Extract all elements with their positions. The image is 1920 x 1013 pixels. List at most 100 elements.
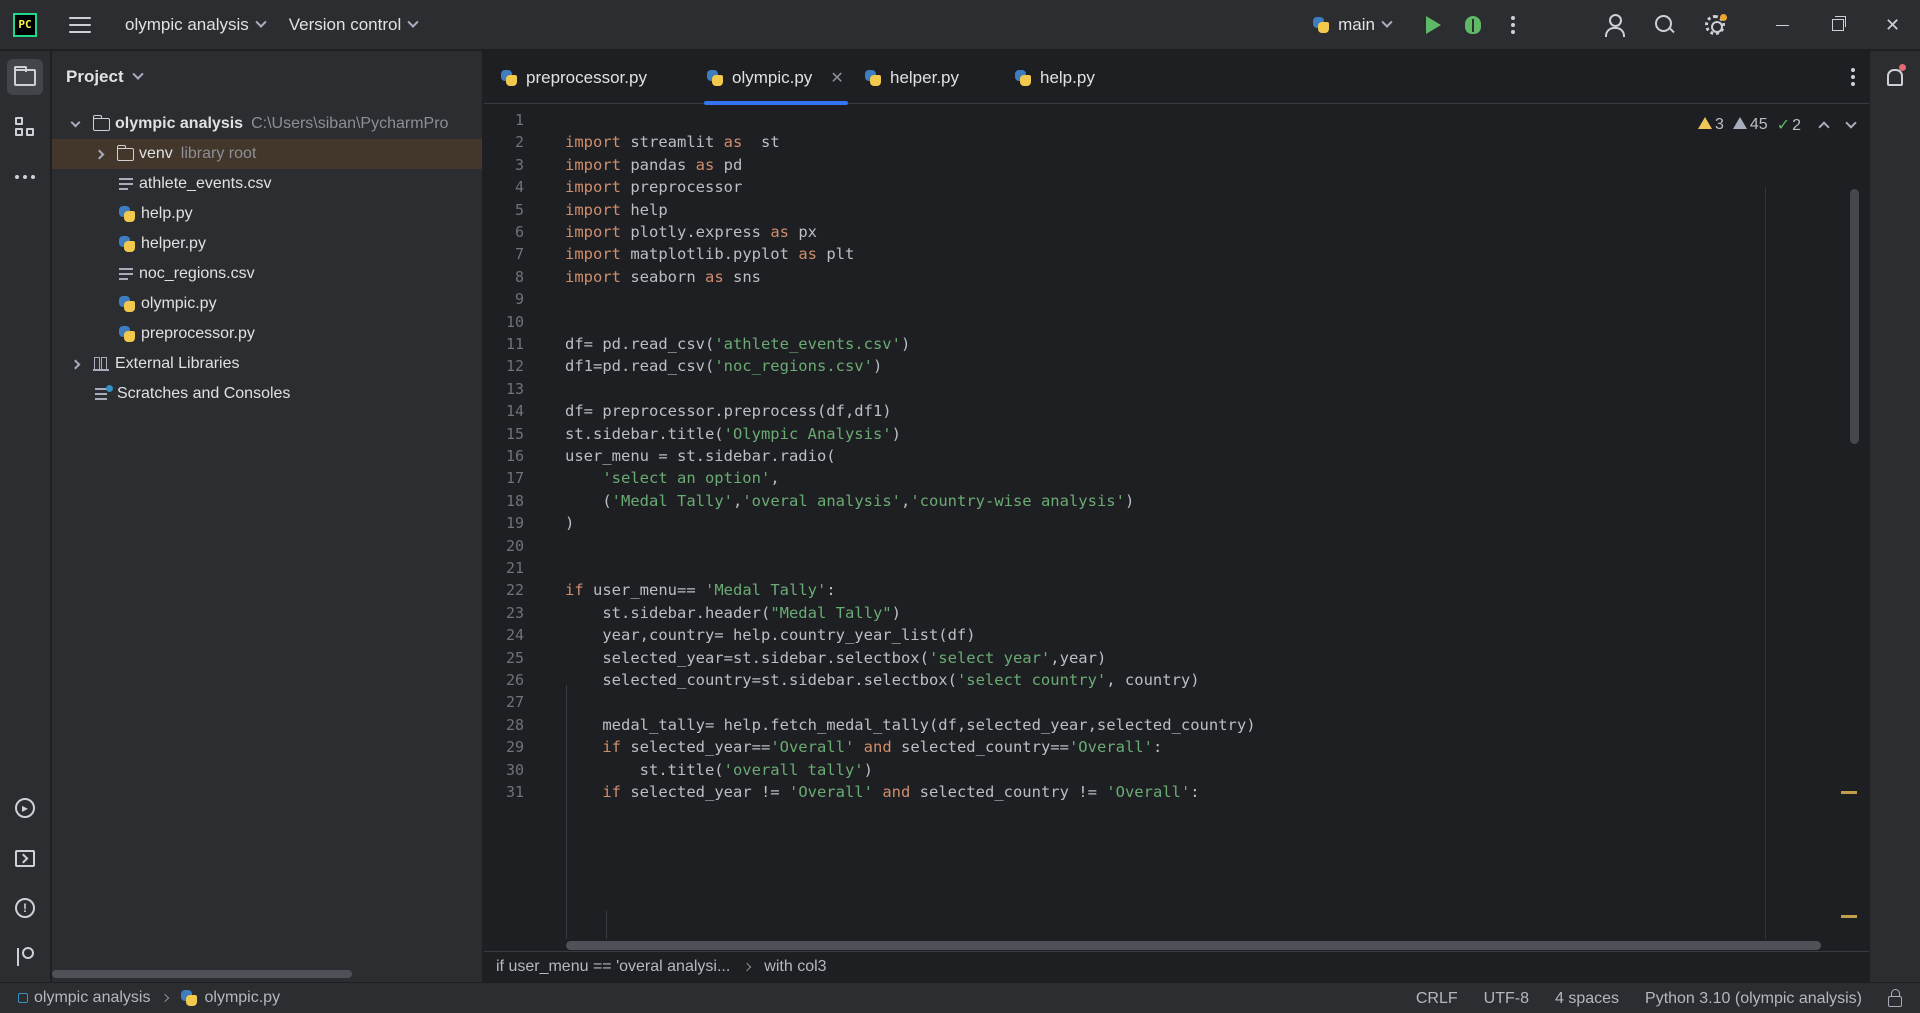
breadcrumb-item[interactable]: with col3 — [764, 958, 826, 976]
indent-widget[interactable]: 4 spaces — [1555, 990, 1619, 1008]
code-line[interactable]: user_menu = st.sidebar.radio( — [565, 447, 836, 465]
inspection-widget[interactable]: 3 45 ✓ 2 — [1697, 115, 1857, 135]
line-number[interactable]: 27 — [484, 693, 524, 711]
problems-tool-button[interactable]: ! — [7, 890, 43, 926]
code-line[interactable]: if selected_year != 'Overall' and select… — [565, 783, 1199, 801]
tree-item-venv[interactable]: venv library root — [52, 139, 482, 169]
line-number[interactable]: 11 — [484, 335, 524, 353]
notifications-button[interactable] — [1877, 59, 1913, 95]
line-number[interactable]: 31 — [484, 783, 524, 801]
run-button[interactable] — [1413, 5, 1453, 45]
editor-vertical-scrollbar[interactable] — [1850, 189, 1859, 444]
code-line[interactable]: medal_tally= help.fetch_medal_tally(df,s… — [565, 716, 1255, 734]
project-panel-header[interactable]: Project — [52, 51, 482, 103]
line-number[interactable]: 3 — [484, 156, 524, 174]
collapse-arrow-icon[interactable] — [94, 149, 105, 159]
line-number[interactable]: 20 — [484, 537, 524, 555]
tab-preprocessor-py[interactable]: preprocessor.py — [500, 51, 647, 104]
line-number[interactable]: 9 — [484, 290, 524, 308]
project-switcher[interactable]: olympic analysis — [115, 9, 275, 41]
tree-item-helper-py[interactable]: helper.py — [52, 229, 482, 259]
code-line[interactable]: df= pd.read_csv('athlete_events.csv') — [565, 335, 910, 353]
code-line[interactable]: ) — [565, 514, 574, 532]
line-number[interactable]: 23 — [484, 604, 524, 622]
code-editor[interactable]: 3 45 ✓ 2 1 2 import streamlit as st 3 import … — [484, 105, 1869, 939]
tree-item-help-py[interactable]: help.py — [52, 199, 482, 229]
code-line[interactable]: import pandas as pd — [565, 156, 742, 174]
code-line[interactable]: df= preprocessor.preprocess(df,df1) — [565, 402, 892, 420]
warning-stripe-mark[interactable] — [1841, 791, 1857, 794]
next-highlight-icon[interactable] — [1845, 117, 1857, 129]
more-tools-button[interactable] — [7, 159, 43, 195]
warnings-count[interactable]: 3 — [1697, 116, 1724, 134]
services-tool-button[interactable]: ▸ — [7, 790, 43, 826]
typo-count[interactable]: ✓ 2 — [1777, 115, 1801, 135]
tab-olympic-py[interactable]: olympic.py ✕ — [704, 51, 848, 105]
debug-button[interactable] — [1453, 5, 1493, 45]
previous-highlight-icon[interactable] — [1818, 121, 1830, 133]
main-menu-icon[interactable] — [69, 16, 91, 33]
code-line[interactable]: if selected_year=='Overall' and selected… — [565, 738, 1162, 756]
line-number[interactable]: 2 — [484, 133, 524, 151]
line-number[interactable]: 12 — [484, 357, 524, 375]
terminal-tool-button[interactable] — [7, 840, 43, 876]
project-horizontal-scrollbar[interactable] — [52, 970, 352, 978]
code-line[interactable]: import preprocessor — [565, 178, 742, 196]
line-number[interactable]: 8 — [484, 268, 524, 286]
code-line[interactable]: year,country= help.country_year_list(df) — [565, 626, 975, 644]
line-number[interactable]: 19 — [484, 514, 524, 532]
code-line[interactable]: import help — [565, 201, 668, 219]
code-line[interactable]: if user_menu== 'Medal Tally': — [565, 581, 836, 599]
minimize-button[interactable] — [1755, 0, 1810, 50]
expand-arrow-icon[interactable] — [70, 117, 81, 127]
more-actions-button[interactable] — [1493, 5, 1533, 45]
tab-help-py[interactable]: help.py — [1014, 51, 1095, 104]
line-number[interactable]: 5 — [484, 201, 524, 219]
code-with-me-button[interactable] — [1595, 5, 1635, 45]
close-window-button[interactable]: ✕ — [1865, 0, 1920, 50]
line-number[interactable]: 26 — [484, 671, 524, 689]
search-everywhere-button[interactable] — [1645, 5, 1685, 45]
tree-item-scratches[interactable]: Scratches and Consoles — [52, 379, 482, 409]
restore-button[interactable] — [1810, 0, 1865, 50]
collapse-arrow-icon[interactable] — [70, 359, 81, 369]
structure-tool-button[interactable] — [7, 109, 43, 145]
status-path-file[interactable]: olympic.py — [204, 989, 280, 1007]
line-number[interactable]: 24 — [484, 626, 524, 644]
code-line[interactable]: st.sidebar.title('Olympic Analysis') — [565, 425, 901, 443]
line-number[interactable]: 18 — [484, 492, 524, 510]
line-number[interactable]: 13 — [484, 380, 524, 398]
line-number[interactable]: 29 — [484, 738, 524, 756]
warning-stripe-mark[interactable] — [1841, 915, 1857, 918]
lock-icon[interactable] — [1888, 988, 1902, 1007]
code-line[interactable]: selected_year=st.sidebar.selectbox('sele… — [565, 649, 1106, 667]
settings-button[interactable] — [1695, 5, 1735, 45]
code-line[interactable]: st.sidebar.header("Medal Tally") — [565, 604, 901, 622]
code-line[interactable]: import streamlit as st — [565, 133, 780, 151]
line-number[interactable]: 25 — [484, 649, 524, 667]
tabs-menu-button[interactable] — [1851, 68, 1855, 86]
close-tab-icon[interactable]: ✕ — [830, 68, 843, 87]
tab-helper-py[interactable]: helper.py — [864, 51, 959, 104]
code-line[interactable]: df1=pd.read_csv('noc_regions.csv') — [565, 357, 882, 375]
line-number[interactable]: 14 — [484, 402, 524, 420]
tree-item-athlete-events[interactable]: athlete_events.csv — [52, 169, 482, 199]
code-line[interactable]: ('Medal Tally','overal analysis','countr… — [565, 492, 1134, 510]
line-number[interactable]: 7 — [484, 245, 524, 263]
breadcrumb-item[interactable]: if user_menu == 'overal analysi... — [496, 958, 730, 976]
code-line[interactable]: import plotly.express as px — [565, 223, 817, 241]
line-number[interactable]: 10 — [484, 313, 524, 331]
line-number[interactable]: 15 — [484, 425, 524, 443]
line-number[interactable]: 30 — [484, 761, 524, 779]
code-line[interactable]: 'select an option', — [565, 469, 779, 487]
code-line[interactable]: import seaborn as sns — [565, 268, 761, 286]
tree-item-external-libraries[interactable]: External Libraries — [52, 349, 482, 379]
run-config-selector[interactable]: main — [1302, 9, 1401, 41]
code-line[interactable]: selected_country=st.sidebar.selectbox('s… — [565, 671, 1199, 689]
line-number[interactable]: 6 — [484, 223, 524, 241]
git-tool-button[interactable] — [7, 939, 43, 975]
code-line[interactable]: st.title('overall tally') — [565, 761, 873, 779]
tree-item-olympic-py[interactable]: olympic.py — [52, 289, 482, 319]
project-tool-button[interactable] — [7, 59, 43, 95]
tree-item-noc-regions[interactable]: noc_regions.csv — [52, 259, 482, 289]
